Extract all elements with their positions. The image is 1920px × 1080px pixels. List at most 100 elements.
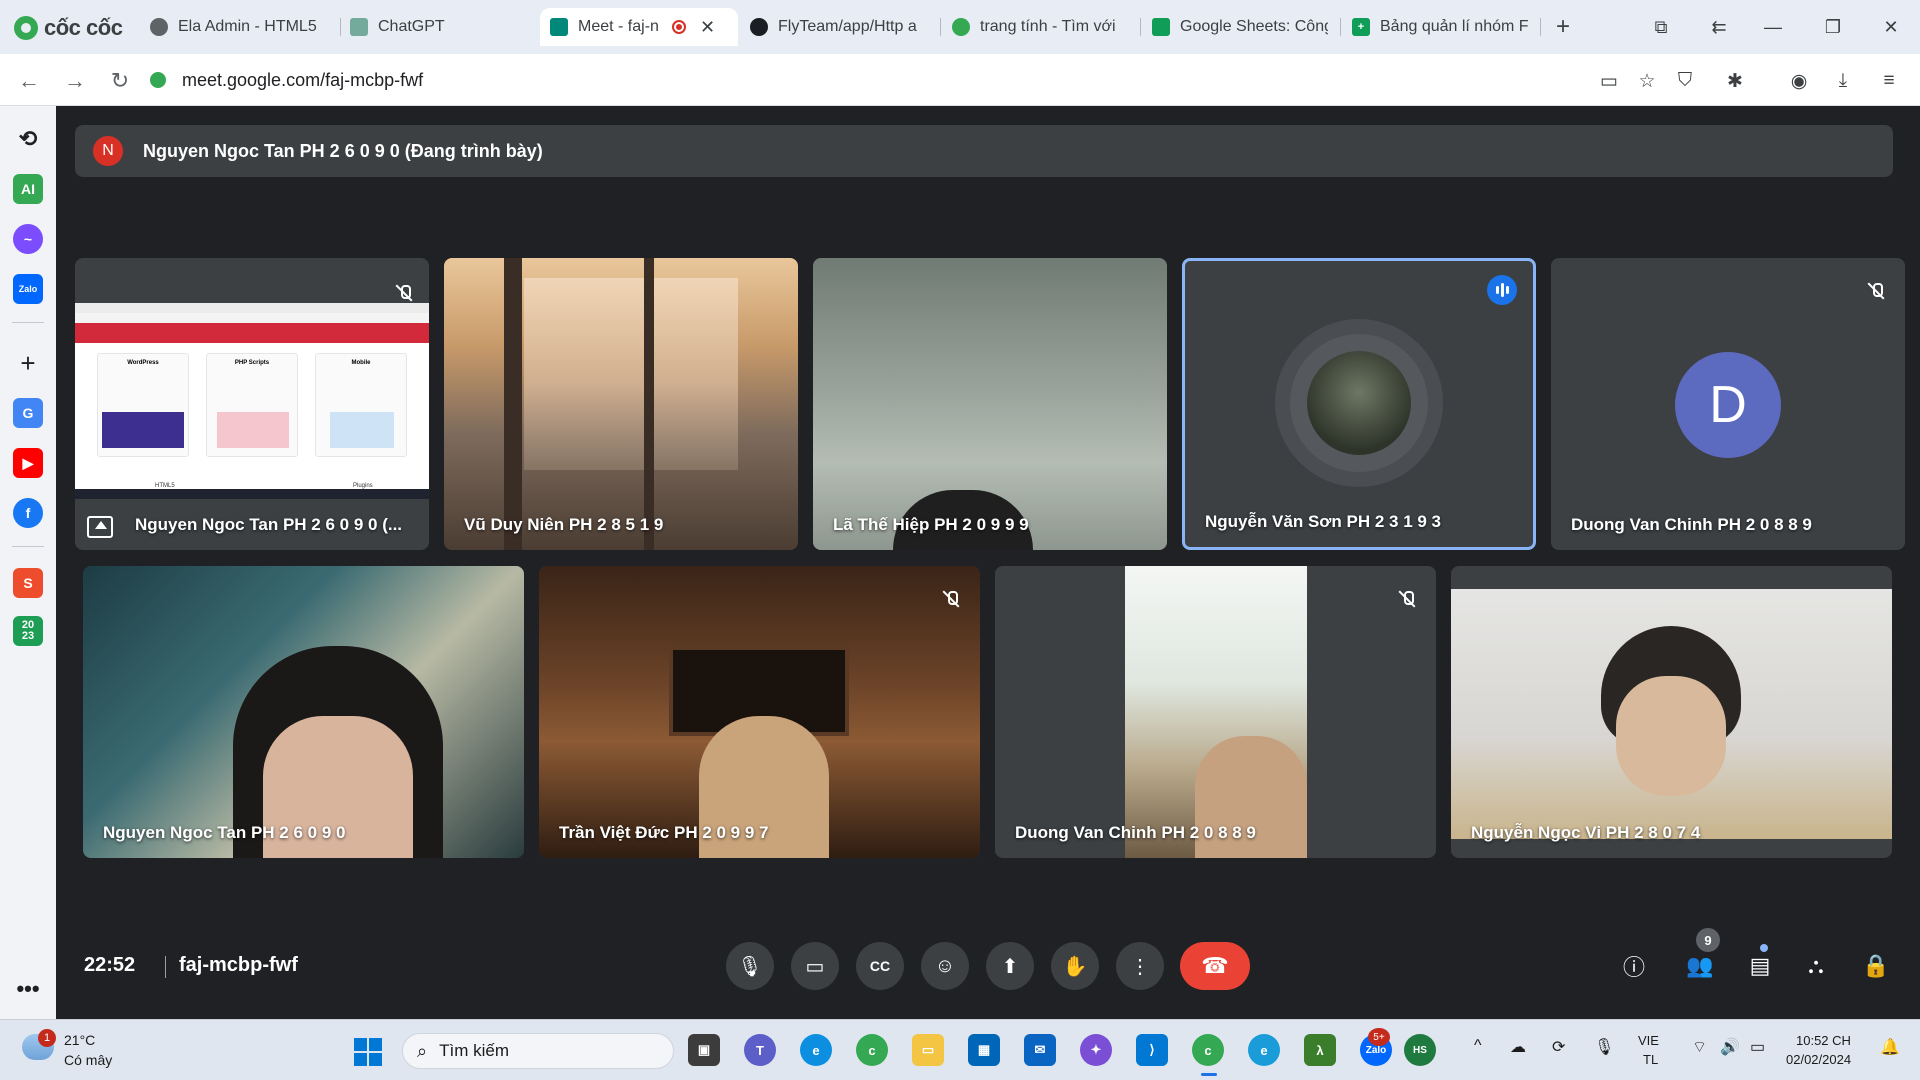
hs-app-icon[interactable]: HS xyxy=(1404,1034,1436,1066)
activities-button[interactable]: ⛬ xyxy=(1792,942,1840,990)
messenger-icon[interactable]: ~ xyxy=(13,224,43,254)
shared-screen-preview: WordPress PHP Scripts Mobile HTML5 Plugi… xyxy=(75,303,429,499)
windows-start-icon[interactable] xyxy=(354,1038,382,1066)
profile-icon[interactable]: ◉ xyxy=(1784,66,1814,96)
participant-tile-speaking[interactable]: Nguyễn Văn Sơn PH 2 3 1 9 3 xyxy=(1182,258,1536,550)
youtube-icon[interactable]: ▶ xyxy=(13,448,43,478)
show-hidden-icons-icon[interactable]: ^ xyxy=(1474,1037,1482,1055)
add-icon[interactable]: + xyxy=(13,348,43,378)
ai-icon[interactable]: AI xyxy=(13,174,43,204)
tab-title: Meet - faj-n xyxy=(578,18,659,35)
address-bar[interactable]: meet.google.com/faj-mcbp-fwf xyxy=(150,61,1590,99)
participant-tile-presentation[interactable]: WordPress PHP Scripts Mobile HTML5 Plugi… xyxy=(75,258,429,550)
wifi-icon[interactable]: ⌔ xyxy=(1692,1037,1707,1057)
more-icon[interactable]: ••• xyxy=(13,974,43,1004)
weather-temperature[interactable]: 21°C xyxy=(64,1032,95,1048)
mic-tray-icon[interactable]: 🎙 xyxy=(1594,1037,1614,1057)
participant-tile-video[interactable]: Vũ Duy Niên PH 2 8 5 1 9 xyxy=(444,258,798,550)
language-indicator[interactable]: VIE xyxy=(1638,1033,1659,1048)
input-method-indicator[interactable]: TL xyxy=(1643,1052,1658,1067)
tab-google-sheets[interactable]: Google Sheets: Công xyxy=(1142,8,1338,46)
tab-bang-quan-li[interactable]: + Bảng quản lí nhóm F xyxy=(1342,8,1538,46)
tab-meet[interactable]: Meet - faj-n ✕ xyxy=(540,8,738,46)
taskbar-date[interactable]: 02/02/2024 xyxy=(1786,1052,1851,1067)
leave-call-button[interactable]: ☎ xyxy=(1180,942,1250,990)
sync-icon[interactable]: ⟳ xyxy=(1552,1037,1565,1057)
file-explorer-icon[interactable]: ▭ xyxy=(912,1034,944,1066)
history-icon[interactable]: ⟲ xyxy=(13,124,43,154)
search-placeholder: Tìm kiếm xyxy=(439,1041,509,1060)
presentation-card: Mobile xyxy=(315,353,407,457)
notifications-bell-icon[interactable]: 🔔 xyxy=(1880,1037,1900,1057)
microphone-icon: 🎙 xyxy=(737,955,763,978)
recording-indicator-icon xyxy=(672,20,686,34)
teams-icon[interactable]: T xyxy=(744,1034,776,1066)
taskbar-time[interactable]: 10:52 CH xyxy=(1796,1033,1851,1048)
more-options-button[interactable]: ⋮ xyxy=(1116,942,1164,990)
bookmark-star-icon[interactable]: ☆ xyxy=(1632,66,1662,96)
new-tab-icon[interactable]: + xyxy=(1548,12,1578,42)
camera-button[interactable]: ▭ xyxy=(791,942,839,990)
shield-icon[interactable]: ⛉ xyxy=(1670,66,1700,96)
calendar-2023-icon[interactable]: 20 23 xyxy=(13,616,43,646)
site-security-icon[interactable] xyxy=(150,72,166,88)
vscode-icon[interactable]: ⟩ xyxy=(1136,1034,1168,1066)
edge-icon[interactable]: e xyxy=(800,1034,832,1066)
tab-search-icon[interactable]: ⇇ xyxy=(1704,12,1734,42)
minimize-icon[interactable]: — xyxy=(1758,12,1788,42)
speaking-indicator-icon xyxy=(1487,275,1517,305)
facebook-icon[interactable]: f xyxy=(13,498,43,528)
mail-icon[interactable]: ✉ xyxy=(1024,1034,1056,1066)
menu-icon[interactable]: ≡ xyxy=(1874,66,1904,96)
participant-tile-video[interactable]: Lã Thế Hiệp PH 2 0 9 9 9 xyxy=(813,258,1167,550)
camera-in-use-icon[interactable]: ▭ xyxy=(1594,66,1624,96)
forward-icon[interactable]: → xyxy=(60,66,90,96)
microsoft-store-icon[interactable]: ▦ xyxy=(968,1034,1000,1066)
participant-name: Nguyễn Ngọc Vi PH 2 8 0 7 4 xyxy=(1471,823,1701,842)
present-button[interactable]: ⬆ xyxy=(986,942,1034,990)
tab-github[interactable]: FlyTeam/app/Http a xyxy=(740,8,940,46)
tab-chatgpt[interactable]: ChatGPT xyxy=(340,8,530,46)
restore-icon[interactable]: ❐ xyxy=(1818,12,1848,42)
captions-button[interactable]: CC xyxy=(856,942,904,990)
tab-search[interactable]: trang tính - Tìm với xyxy=(942,8,1138,46)
participant-tile-video[interactable]: Nguyễn Ngọc Vi PH 2 8 0 7 4 xyxy=(1451,566,1892,858)
code-editor-icon[interactable]: λ xyxy=(1304,1034,1336,1066)
battery-icon[interactable]: ▭ xyxy=(1750,1037,1765,1057)
zalo-icon[interactable]: Zalo xyxy=(13,274,43,304)
taskbar-search[interactable]: ⌕ Tìm kiếm xyxy=(402,1033,674,1069)
close-window-icon[interactable]: ✕ xyxy=(1876,12,1906,42)
coccoc-active-icon[interactable]: c xyxy=(1192,1034,1224,1066)
volume-icon[interactable]: 🔊 xyxy=(1720,1037,1740,1057)
reactions-button[interactable]: ☺ xyxy=(921,942,969,990)
onedrive-icon[interactable]: ☁ xyxy=(1510,1037,1526,1057)
tab-title: ChatGPT xyxy=(378,18,445,35)
reload-icon[interactable]: ↻ xyxy=(105,66,135,96)
host-controls-button[interactable]: 🔒 xyxy=(1852,942,1900,990)
participant-tile-video[interactable]: Duong Van Chinh PH 2 0 8 8 9 xyxy=(995,566,1436,858)
meeting-info-button[interactable]: ⓘ xyxy=(1610,942,1658,990)
translate-icon[interactable]: G xyxy=(13,398,43,428)
back-icon[interactable]: ← xyxy=(14,66,44,96)
participant-name: Nguyen Ngoc Tan PH 2 6 0 9 0 xyxy=(103,823,346,842)
coccoc-taskbar-icon[interactable]: c xyxy=(856,1034,888,1066)
tab-ela-admin[interactable]: Ela Admin - HTML5 xyxy=(140,8,340,46)
participant-tile-letter[interactable]: D Duong Van Chinh PH 2 0 8 8 9 xyxy=(1551,258,1905,550)
participant-tile-video[interactable]: Trần Việt Đức PH 2 0 9 9 7 xyxy=(539,566,980,858)
close-tab-icon[interactable]: ✕ xyxy=(700,17,715,38)
participant-tile-video[interactable]: Nguyen Ngoc Tan PH 2 6 0 9 0 xyxy=(83,566,524,858)
edge-dev-icon[interactable]: e xyxy=(1248,1034,1280,1066)
download-icon[interactable]: ⤓ xyxy=(1828,66,1858,96)
raise-hand-button[interactable]: ✋ xyxy=(1051,942,1099,990)
extensions-icon[interactable]: ✱ xyxy=(1720,66,1750,96)
task-view-icon[interactable]: ▣ xyxy=(688,1034,720,1066)
shopee-icon[interactable]: S xyxy=(13,568,43,598)
chat-icon: ▤ xyxy=(1749,953,1771,978)
copilot-icon[interactable]: ✦ xyxy=(1080,1034,1112,1066)
microphone-button[interactable]: 🎙 xyxy=(726,942,774,990)
presentation-banner[interactable]: N Nguyen Ngoc Tan PH 2 6 0 9 0 (Đang trì… xyxy=(75,125,1893,177)
weather-status[interactable]: Có mây xyxy=(64,1052,112,1068)
browser-sidebar: ⟲ AI ~ Zalo + G ▶ f S 20 23 ••• xyxy=(0,106,56,1019)
presentation-card: PHP Scripts xyxy=(206,353,298,457)
screenshot-icon[interactable]: ⧉ xyxy=(1646,12,1676,42)
